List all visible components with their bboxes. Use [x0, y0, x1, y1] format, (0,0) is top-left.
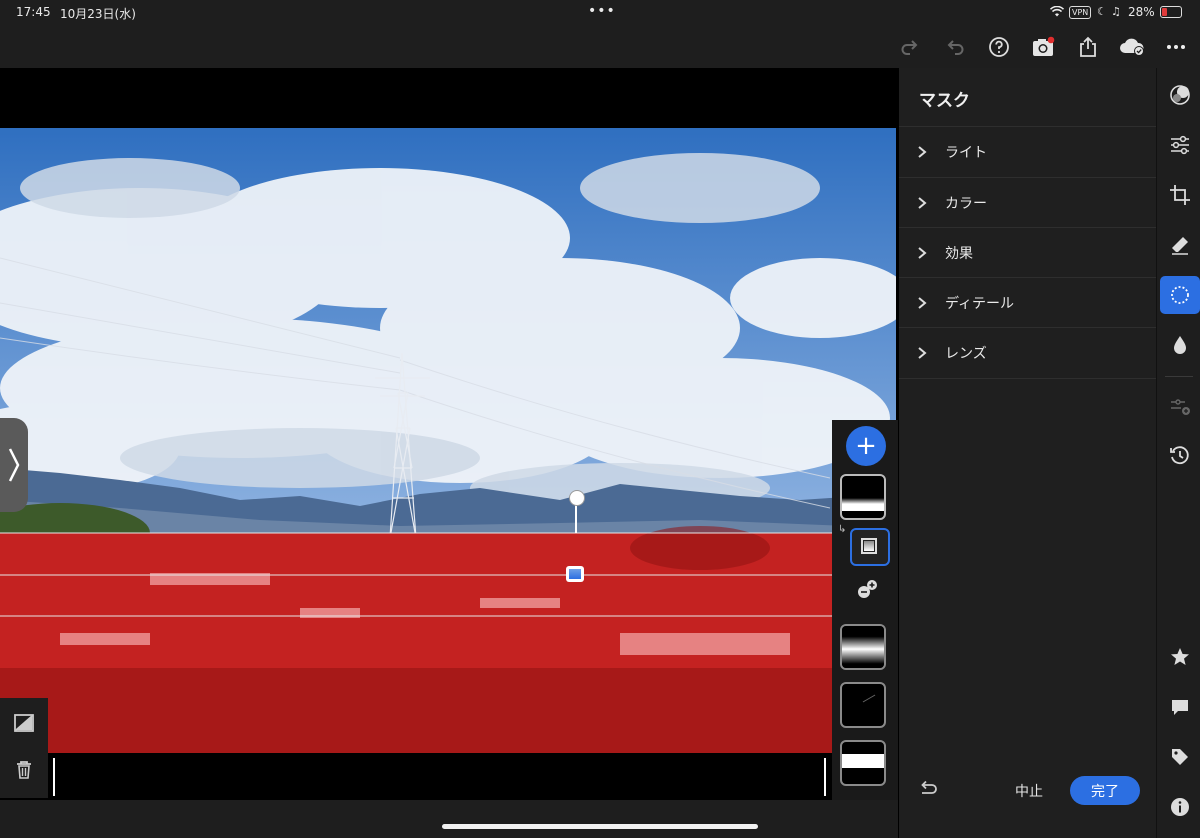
range-marker-left	[53, 758, 55, 796]
section-label: ライト	[945, 145, 987, 161]
linear-gradient-submask[interactable]	[850, 528, 890, 566]
chevron-right-icon	[917, 247, 933, 259]
section-lens[interactable]: レンズ	[899, 327, 1156, 379]
mask-action-tools	[0, 698, 48, 798]
add-subtract-mask-icon[interactable]	[856, 578, 880, 602]
invert-mask-icon[interactable]	[12, 711, 36, 735]
tag-icon[interactable]	[1160, 738, 1200, 776]
redo-icon[interactable]	[898, 35, 922, 59]
mask-panel: マスク ライト カラー 効果 ディテール レンズ 中止 完了	[898, 68, 1156, 838]
adjust-add-icon[interactable]	[1160, 388, 1200, 426]
mask-thumbnail-2[interactable]	[840, 624, 886, 670]
status-bar: 17:45 10月23日(水) ••• VPN ☾ ♫ 28%	[0, 0, 1200, 26]
section-effects[interactable]: 効果	[899, 227, 1156, 278]
section-detail[interactable]: ディテール	[899, 277, 1156, 328]
section-color[interactable]: カラー	[899, 177, 1156, 228]
battery-icon	[1160, 6, 1182, 18]
healing-icon[interactable]	[1160, 226, 1200, 264]
expand-panel-tab[interactable]	[0, 418, 28, 512]
top-toolbar	[0, 26, 1200, 68]
section-label: 効果	[945, 246, 973, 262]
more-icon[interactable]	[1164, 35, 1188, 59]
trash-icon[interactable]	[12, 758, 36, 782]
gradient-rotate-handle[interactable]	[569, 490, 585, 506]
done-button[interactable]: 完了	[1070, 776, 1140, 805]
mask-thumbnail-3[interactable]	[840, 682, 886, 728]
cloud-sync-icon[interactable]	[1118, 35, 1146, 59]
undo-icon[interactable]	[943, 35, 967, 59]
focus-icon: ☾	[1097, 5, 1107, 18]
cancel-button[interactable]: 中止	[1015, 781, 1043, 801]
multitasking-dots[interactable]: •••	[588, 3, 616, 19]
section-light[interactable]: ライト	[899, 126, 1156, 177]
presets-icon[interactable]	[1160, 76, 1200, 114]
panel-title: マスク	[919, 91, 970, 111]
home-indicator[interactable]	[442, 824, 758, 829]
section-label: レンズ	[945, 346, 987, 362]
comment-icon[interactable]	[1160, 688, 1200, 726]
photo-canvas[interactable]	[0, 68, 898, 800]
help-icon[interactable]	[987, 35, 1011, 59]
section-label: カラー	[945, 196, 987, 212]
add-mask-button[interactable]: +	[846, 426, 886, 466]
share-icon[interactable]	[1076, 35, 1100, 59]
history-icon[interactable]	[1160, 437, 1200, 475]
chevron-right-icon	[917, 347, 933, 359]
blur-icon[interactable]	[1160, 326, 1200, 364]
crop-icon[interactable]	[1160, 176, 1200, 214]
vpn-badge: VPN	[1069, 6, 1092, 19]
rail-divider	[1165, 376, 1193, 377]
headphones-icon: ♫	[1111, 5, 1121, 18]
chevron-right-icon	[917, 297, 933, 309]
chevron-right-icon	[917, 146, 933, 158]
tool-rail	[1156, 68, 1200, 838]
photo-preview[interactable]	[0, 128, 896, 753]
mask-thumbnail-1[interactable]	[840, 474, 886, 520]
battery-percentage: 28%	[1128, 5, 1155, 19]
range-marker-right	[824, 758, 826, 796]
mask-thumbnail-4[interactable]	[840, 740, 886, 786]
mask-list: + ↳	[832, 420, 898, 800]
wifi-icon	[1050, 6, 1064, 17]
submask-link-icon: ↳	[838, 524, 847, 535]
edit-sliders-icon[interactable]	[1160, 126, 1200, 164]
star-icon[interactable]	[1160, 638, 1200, 676]
gradient-center-handle[interactable]	[566, 566, 584, 582]
reset-icon[interactable]	[919, 780, 937, 794]
status-date: 10月23日(水)	[60, 7, 136, 21]
chevron-right-icon	[917, 197, 933, 209]
masking-icon[interactable]	[1160, 276, 1200, 314]
info-icon[interactable]	[1160, 788, 1200, 826]
status-time: 17:45	[16, 5, 51, 19]
camera-icon[interactable]	[1031, 35, 1055, 59]
section-label: ディテール	[945, 296, 1015, 312]
